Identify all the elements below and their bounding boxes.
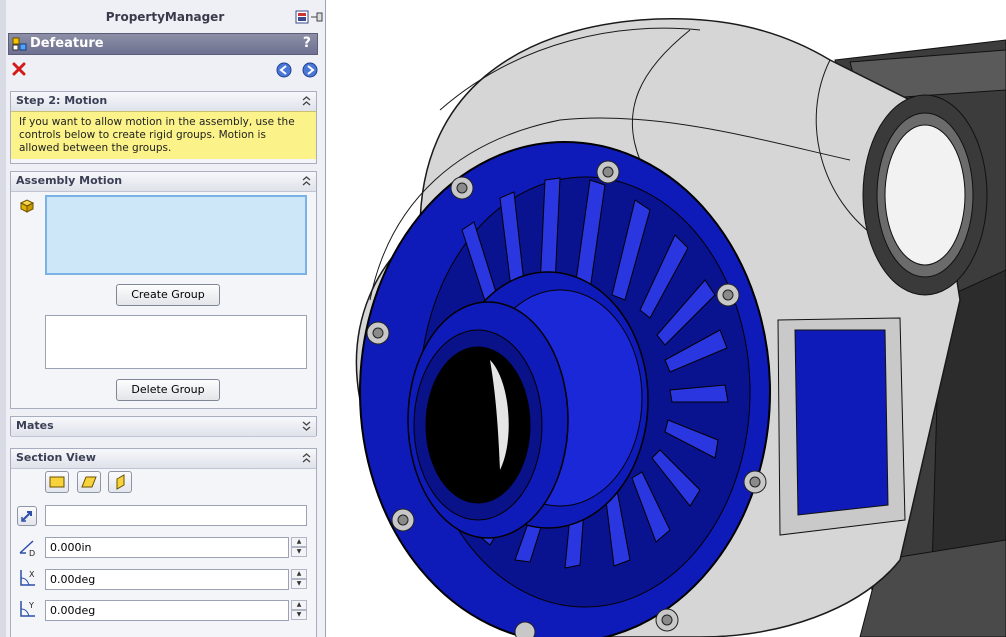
mates-title: Mates: [16, 419, 54, 432]
top-plane-button[interactable]: [77, 471, 101, 493]
feature-title: Defeature: [30, 36, 104, 51]
panel-title: PropertyManager: [105, 10, 225, 24]
collapse-icon[interactable]: [302, 95, 311, 107]
create-group-button[interactable]: Create Group: [116, 284, 220, 306]
motion-group-header[interactable]: Step 2: Motion: [11, 92, 316, 112]
y-rotation-spinner[interactable]: ▲ ▼: [291, 600, 307, 621]
section-view-header[interactable]: Section View: [11, 449, 316, 469]
outlet-duct: [862, 94, 988, 296]
side-opening: [777, 317, 906, 536]
motion-group: Step 2: Motion If you want to allow moti…: [10, 91, 317, 164]
panel-header: PropertyManager: [6, 6, 324, 28]
x-rotation-icon: X: [20, 570, 35, 586]
assembly-motion-group: Assembly Motion Create Group Delete Grou…: [10, 171, 317, 409]
motion-group-title: Step 2: Motion: [16, 94, 108, 107]
defeature-icon: [12, 37, 27, 51]
blower-assembly-model[interactable]: [326, 0, 1006, 637]
expand-icon[interactable]: [302, 420, 311, 432]
property-manager-panel: PropertyManager Defeature ? Step 2: Moti…: [0, 0, 326, 637]
motion-message: If you want to allow motion in the assem…: [11, 111, 316, 159]
front-plane-icon: [49, 476, 65, 488]
groups-list[interactable]: [45, 315, 307, 369]
reverse-direction-icon: [21, 511, 32, 522]
svg-text:D: D: [29, 549, 35, 557]
collapse-icon[interactable]: [302, 175, 311, 187]
help-icon[interactable]: ?: [303, 35, 311, 51]
top-plane-icon: [81, 476, 97, 488]
back-icon[interactable]: [276, 62, 292, 78]
x-rotation-spinner[interactable]: ▲ ▼: [291, 569, 307, 590]
forward-icon[interactable]: [302, 62, 318, 78]
section-view-title: Section View: [16, 451, 96, 464]
pin-icon[interactable]: [295, 10, 325, 24]
svg-text:Y: Y: [28, 601, 34, 610]
assembly-motion-header[interactable]: Assembly Motion: [11, 172, 316, 192]
mates-group: Mates: [10, 416, 317, 437]
right-plane-button[interactable]: [108, 471, 132, 493]
offset-distance-spinner[interactable]: ▲ ▼: [291, 537, 307, 558]
panel-left-edge: [0, 0, 6, 637]
front-plane-button[interactable]: [45, 471, 69, 493]
group-selection-box[interactable]: [45, 195, 307, 275]
distance-icon: D: [19, 540, 35, 557]
y-rotation-input[interactable]: 0.00deg: [45, 600, 289, 621]
assembly-component-icon: [19, 199, 35, 213]
mates-header[interactable]: Mates: [11, 417, 316, 437]
reverse-direction-button[interactable]: [17, 506, 37, 526]
y-rotation-icon: Y: [20, 601, 35, 617]
right-plane-icon: [116, 474, 125, 490]
svg-text:X: X: [29, 570, 35, 579]
x-rotation-input[interactable]: 0.00deg: [45, 569, 289, 590]
collapse-icon[interactable]: [302, 452, 311, 464]
offset-distance-input[interactable]: 0.000in: [45, 537, 289, 558]
section-view-group: Section View D 0.000in ▲ ▼ X 0.00deg ▲ ▼…: [10, 448, 317, 637]
section-reference-field[interactable]: [45, 505, 307, 526]
assembly-motion-title: Assembly Motion: [16, 174, 123, 187]
delete-group-button[interactable]: Delete Group: [116, 379, 220, 401]
feature-title-bar: Defeature ?: [8, 33, 318, 55]
graphics-area[interactable]: [326, 0, 1006, 637]
cancel-icon[interactable]: [12, 62, 26, 76]
